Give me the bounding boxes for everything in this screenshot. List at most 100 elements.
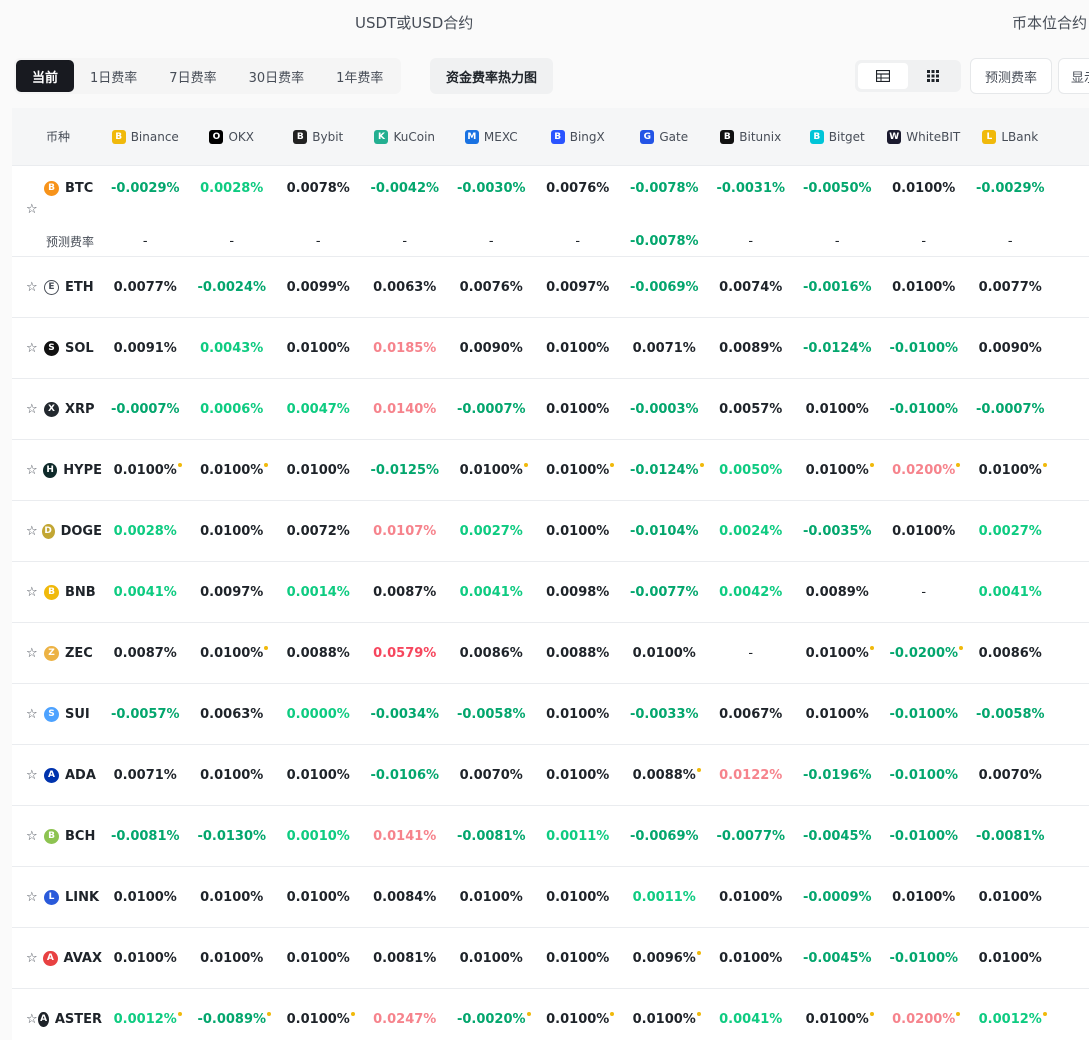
rate-cell[interactable]: -0.0069% — [621, 829, 708, 844]
rate-cell[interactable]: -0.0050% — [794, 181, 881, 196]
rate-cell[interactable]: 0.0070% — [967, 768, 1054, 783]
rate-cell[interactable]: 0.0042% — [708, 585, 795, 600]
display-button[interactable]: 显示 — [1058, 58, 1089, 94]
rate-cell[interactable]: 0.0100% — [275, 768, 362, 783]
rate-cell[interactable]: 0.0050% — [708, 463, 795, 478]
coin-cell[interactable]: ☆ D DOGE — [12, 523, 102, 539]
rate-cell[interactable]: 0.0100% — [535, 890, 622, 905]
table-view-button[interactable] — [858, 63, 908, 89]
rate-cell[interactable]: 0.0077% — [102, 280, 189, 295]
rate-cell[interactable]: 0.0100% — [102, 462, 189, 478]
coin-cell[interactable]: ☆ B BCH — [12, 828, 102, 844]
rate-cell[interactable]: 0.0067% — [708, 707, 795, 722]
rate-cell[interactable]: 0.0200% — [881, 462, 968, 478]
rate-cell[interactable]: 0.0100% — [794, 462, 881, 478]
table-row[interactable]: ☆ X XRP -0.0007% 0.0006% 0.0047% 0.0140% -0.000… — [12, 379, 1089, 440]
rate-cell[interactable]: -0.0024% — [189, 280, 276, 295]
rate-cell[interactable]: 0.0100% — [535, 402, 622, 417]
rate-cell[interactable]: -0.0030% — [448, 181, 535, 196]
rate-cell[interactable]: 0.0041% — [708, 1012, 795, 1027]
rate-cell[interactable]: 0.0047% — [275, 402, 362, 417]
tab-7d[interactable]: 7日费率 — [153, 60, 232, 92]
coin-cell[interactable]: ☆ A AVAX — [12, 950, 102, 966]
rate-cell[interactable]: 0.0070% — [448, 768, 535, 783]
exchange-header-gate[interactable]: G Gate — [621, 129, 708, 144]
rate-cell[interactable]: -0.0089% — [189, 1011, 276, 1027]
rate-cell[interactable]: 0.0099% — [275, 280, 362, 295]
table-row[interactable]: B BTC -0.0029% 0.0028% 0.0078% -0.0042% -0.003… — [12, 166, 1089, 257]
rate-cell[interactable]: 0.0024% — [708, 524, 795, 539]
rate-cell[interactable]: -0.0100% — [881, 707, 968, 722]
rate-cell[interactable]: 0.0097% — [535, 280, 622, 295]
rate-cell[interactable]: 0.0100% — [621, 646, 708, 661]
rate-cell[interactable]: 0.0084% — [362, 890, 449, 905]
rate-cell[interactable]: -0.0031% — [708, 181, 795, 196]
rate-cell[interactable]: 0.0100% — [967, 890, 1054, 905]
rate-cell[interactable]: -0.0058% — [967, 707, 1054, 722]
tab-1y[interactable]: 1年费率 — [320, 60, 399, 92]
heatmap-button[interactable]: 资金费率热力图 — [430, 58, 554, 94]
rate-cell[interactable]: -0.0104% — [621, 524, 708, 539]
rate-cell[interactable]: 0.0086% — [967, 646, 1054, 661]
table-row[interactable]: ☆ L LINK 0.0100% 0.0100% 0.0100% 0.0084% 0.0100… — [12, 867, 1089, 928]
rate-cell[interactable]: 0.0100% — [189, 524, 276, 539]
rate-cell[interactable]: - — [708, 646, 795, 661]
coin-cell[interactable]: ☆ S SOL — [12, 340, 102, 356]
rate-cell[interactable]: -0.0081% — [448, 829, 535, 844]
rate-cell[interactable]: 0.0100% — [881, 524, 968, 539]
exchange-header-mexc[interactable]: M MEXC — [448, 129, 535, 144]
rate-cell[interactable]: 0.0076% — [535, 181, 622, 196]
rate-cell[interactable]: 0.0100% — [102, 890, 189, 905]
rate-cell[interactable]: -0.0007% — [448, 402, 535, 417]
rate-cell[interactable]: 0.0078% — [275, 181, 362, 196]
favorite-star-icon[interactable]: ☆ — [26, 341, 44, 356]
rate-cell[interactable]: -0.0029% — [102, 181, 189, 196]
tab-30d[interactable]: 30日费率 — [233, 60, 321, 92]
rate-cell[interactable]: 0.0087% — [362, 585, 449, 600]
rate-cell[interactable]: -0.0034% — [362, 707, 449, 722]
rate-cell[interactable]: 0.0100% — [448, 951, 535, 966]
rate-cell[interactable]: 0.0100% — [881, 280, 968, 295]
rate-cell[interactable]: 0.0087% — [102, 646, 189, 661]
favorite-star-icon[interactable]: ☆ — [26, 524, 42, 539]
rate-cell[interactable]: 0.0028% — [102, 524, 189, 539]
rate-cell[interactable]: -0.0196% — [794, 768, 881, 783]
rate-cell[interactable]: 0.0098% — [535, 585, 622, 600]
rate-cell[interactable]: 0.0100% — [535, 707, 622, 722]
exchange-header-bybit[interactable]: B Bybit — [275, 129, 362, 144]
tab-current[interactable]: 当前 — [16, 60, 75, 92]
rate-cell[interactable]: -0.0058% — [448, 707, 535, 722]
rate-cell[interactable]: 0.0122% — [708, 768, 795, 783]
rate-cell[interactable]: 0.0100% — [794, 1011, 881, 1027]
rate-cell[interactable]: -0.0125% — [362, 463, 449, 478]
rate-cell[interactable]: 0.0107% — [362, 524, 449, 539]
favorite-star-icon[interactable]: ☆ — [26, 402, 44, 417]
favorite-star-icon[interactable]: ☆ — [26, 646, 44, 661]
rate-cell[interactable]: 0.0100% — [275, 890, 362, 905]
rate-cell[interactable]: -0.0100% — [881, 402, 968, 417]
favorite-star-icon[interactable]: ☆ — [26, 463, 43, 478]
favorite-star-icon[interactable]: ☆ — [26, 829, 44, 844]
rate-cell[interactable]: 0.0100% — [189, 462, 276, 478]
rate-cell[interactable]: -0.0045% — [794, 829, 881, 844]
rate-cell[interactable]: 0.0100% — [967, 951, 1054, 966]
rate-cell[interactable]: -0.0100% — [881, 951, 968, 966]
rate-cell[interactable]: 0.0071% — [102, 768, 189, 783]
rate-cell[interactable]: -0.0200% — [881, 645, 968, 661]
rate-cell[interactable]: 0.0579% — [362, 646, 449, 661]
favorite-star-icon[interactable]: ☆ — [26, 585, 44, 600]
rate-cell[interactable]: 0.0100% — [535, 1011, 622, 1027]
rate-cell[interactable]: 0.0072% — [275, 524, 362, 539]
table-row[interactable]: ☆ S SOL 0.0091% 0.0043% 0.0100% 0.0185% 0.0090%… — [12, 318, 1089, 379]
rate-cell[interactable]: 0.0141% — [362, 829, 449, 844]
rate-cell[interactable]: -0.0100% — [881, 829, 968, 844]
rate-cell[interactable]: -0.0029% — [967, 181, 1054, 196]
rate-cell[interactable]: 0.0100% — [189, 951, 276, 966]
rate-cell[interactable]: 0.0010% — [275, 829, 362, 844]
rate-cell[interactable]: 0.0100% — [102, 951, 189, 966]
coin-cell[interactable]: ☆ H HYPE — [12, 462, 102, 478]
rate-cell[interactable]: 0.0100% — [535, 341, 622, 356]
rate-cell[interactable]: 0.0027% — [448, 524, 535, 539]
table-row[interactable]: ☆ B BNB 0.0041% 0.0097% 0.0014% 0.0087% 0.0041%… — [12, 562, 1089, 623]
rate-cell[interactable]: 0.0086% — [448, 646, 535, 661]
